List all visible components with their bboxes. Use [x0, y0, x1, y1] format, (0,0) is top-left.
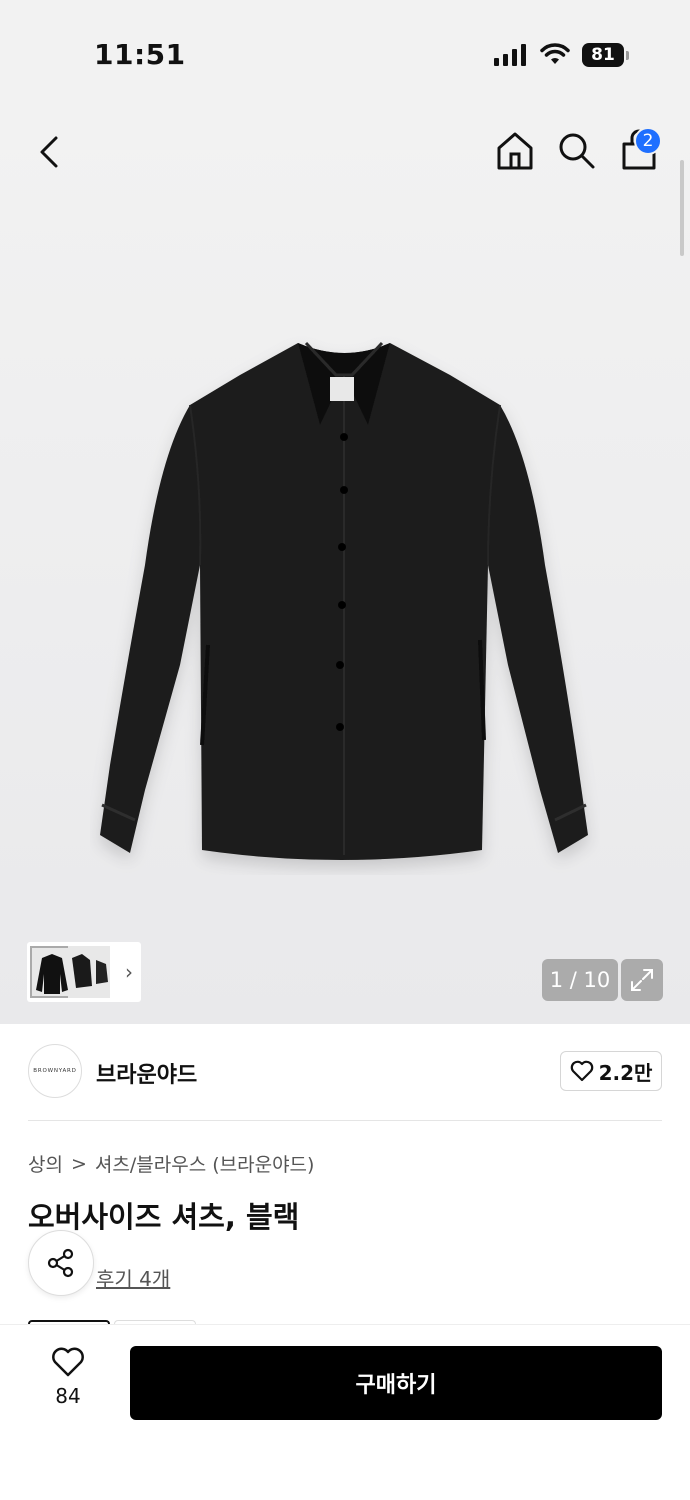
review-link[interactable]: 후기 4개 — [96, 1263, 170, 1292]
thumbnail-2[interactable] — [68, 946, 94, 998]
share-icon — [47, 1248, 74, 1278]
breadcrumb: 상의 > 셔츠/블라우스 (브라운야드) — [28, 1150, 314, 1177]
product-title: 오버사이즈 셔츠, 블랙 — [28, 1200, 300, 1234]
status-bar: 11:51 81 — [0, 0, 690, 100]
scrollbar[interactable] — [680, 160, 684, 256]
thumbnail-strip[interactable]: › — [27, 942, 141, 1002]
back-button[interactable] — [30, 130, 70, 174]
brand-name[interactable]: 브라운야드 — [96, 1057, 197, 1089]
chevron-right-icon[interactable]: › — [125, 960, 133, 984]
status-time: 11:51 — [94, 38, 186, 71]
shirt-image — [100, 341, 588, 860]
wifi-icon — [540, 43, 570, 64]
home-icon[interactable] — [494, 130, 536, 172]
brand-like-button[interactable]: 2.2만 — [560, 1051, 662, 1091]
breadcrumb-separator: > — [70, 1152, 87, 1175]
thumbnail-3[interactable] — [94, 946, 110, 998]
expand-icon — [631, 969, 653, 991]
heart-icon — [570, 1060, 593, 1082]
product-image[interactable] — [0, 100, 690, 1024]
brand-logo[interactable]: BROWNYARD — [28, 1044, 82, 1098]
buy-button[interactable]: 구매하기 — [130, 1346, 662, 1420]
battery-indicator: 81 — [582, 43, 624, 67]
heart-icon — [52, 1347, 84, 1377]
breadcrumb-category[interactable]: 상의 — [28, 1150, 63, 1177]
wish-button[interactable]: 84 — [36, 1346, 100, 1416]
share-button[interactable] — [28, 1230, 94, 1296]
image-counter: 1 / 10 — [542, 959, 618, 1001]
search-icon[interactable] — [556, 130, 596, 170]
expand-button[interactable] — [621, 959, 663, 1001]
brand-like-count: 2.2만 — [598, 1060, 653, 1085]
breadcrumb-subcategory[interactable]: 셔츠/블라우스 (브라운야드) — [95, 1150, 315, 1177]
signal-icon — [494, 44, 526, 66]
thumbnail-1[interactable] — [30, 946, 70, 998]
cart-count-badge: 2 — [634, 127, 662, 155]
wish-count: 84 — [55, 1384, 81, 1408]
divider — [28, 1120, 662, 1121]
battery-tip — [626, 51, 629, 60]
